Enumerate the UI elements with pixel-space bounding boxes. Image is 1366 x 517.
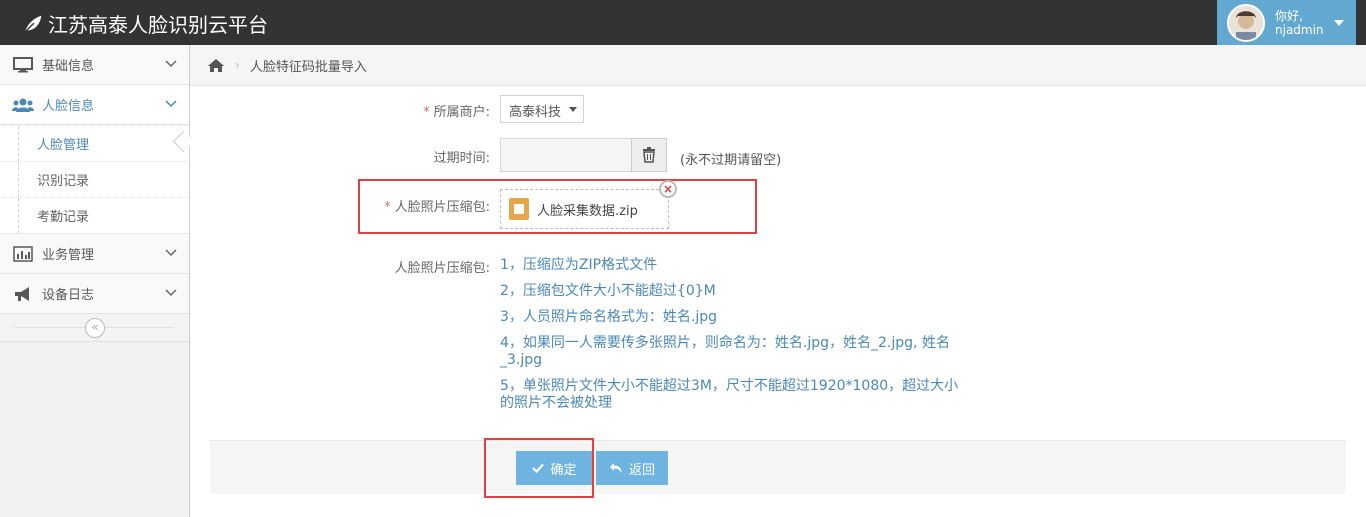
sidebar-item-label: 业务管理 [42,248,95,263]
rules-label: 人脸照片压缩包: [394,261,490,276]
rule-item: 3，人员照片命名格式为：姓名.jpg [500,309,718,325]
form-actions: 确定 返回 [210,440,1346,494]
sidebar-item-label: 基础信息 [42,59,95,74]
expire-label: 过期时间: [433,151,490,166]
sidebar-item-label: 设备日志 [42,288,95,303]
sidebar-subitem-label: 人脸管理 [37,138,90,153]
sidebar-item-basic-info[interactable]: 基础信息 [0,45,189,85]
sidebar-subitem-label: 考勤记录 [37,210,90,225]
users-icon [12,96,34,114]
merchant-label: * 所属商户: [423,105,490,120]
back-label: 返回 [628,462,655,478]
dropdown-arrow-icon [569,107,577,112]
expire-hint: (永不过期请留空) [680,153,782,168]
trash-icon[interactable] [631,138,667,172]
desktop-icon [12,56,34,74]
expire-date-input[interactable] [500,138,632,172]
sidebar-subitem-attendance-records[interactable]: 考勤记录 [0,197,189,233]
main-content: * 所属商户: 高泰科技 过期时间: (永不过期请留空) * 人脸照片压缩包: 人脸… [190,86,1366,517]
chevron-down-icon [165,100,177,108]
rule-item: 2，压缩包文件大小不能超过{0}M [500,283,716,299]
sidebar-item-device-log[interactable]: 设备日志 [0,274,189,314]
breadcrumb: › 人脸特征码批量导入 [190,45,1366,86]
brand[interactable]: 江苏高泰人脸识别云平台 [22,9,268,38]
sidebar-collapse-bar: « [0,314,189,342]
bullhorn-icon [12,285,34,303]
upload-rules: 1，压缩应为ZIP格式文件 2，压缩包文件大小不能超过{0}M 3，人员照片命名… [500,257,960,421]
sidebar-subitem-label: 识别记录 [37,174,90,189]
user-menu[interactable]: 你好, njadmin [1217,0,1356,45]
sidebar-subitem-face-manage[interactable]: 人脸管理 [0,125,189,161]
chevron-down-icon [165,60,177,68]
chevron-down-icon [165,249,177,257]
sidebar-item-label: 人脸信息 [42,99,95,114]
top-navbar: 江苏高泰人脸识别云平台 你好, njadmin [0,0,1366,45]
app-title: 江苏高泰人脸识别云平台 [48,13,268,37]
package-label: * 人脸照片压缩包: [384,200,490,215]
merchant-select-value: 高泰科技 [509,105,562,120]
breadcrumb-separator: › [235,58,240,72]
double-chevron-left-icon[interactable]: « [85,318,105,338]
back-button[interactable]: 返回 [596,451,668,485]
merchant-select[interactable]: 高泰科技 [500,95,584,123]
highlight-rect [484,438,594,498]
undo-icon [609,463,622,473]
rule-item: 5，单张照片文件大小不能超过3M，尺寸不能超过1920*1080，超过大小的照片… [500,378,959,411]
sidebar-item-business[interactable]: 业务管理 [0,234,189,274]
bar-chart-icon [12,245,34,263]
user-name: njadmin [1275,22,1324,37]
home-icon[interactable] [207,58,225,73]
sidebar-item-face-info[interactable]: 人脸信息 [0,85,189,125]
caret-down-icon [1334,20,1344,26]
sidebar: 基础信息 人脸信息 人脸管理 识别记录 考勤记录 业务管理 设备日志 « [0,45,190,517]
file-icon [509,198,529,220]
file-name: 人脸采集数据.zip [537,203,638,219]
rule-item: 1，压缩应为ZIP格式文件 [500,257,658,273]
sidebar-subitem-recognition-records[interactable]: 识别记录 [0,161,189,197]
user-greeting: 你好, [1275,8,1303,23]
uploaded-file[interactable]: 人脸采集数据.zip [500,189,669,229]
close-icon[interactable]: × [659,180,677,198]
rule-item: 4，如果同一人需要传多张照片，则命名为：姓名.jpg，姓名_2.jpg, 姓名_… [500,335,950,368]
avatar [1227,3,1265,42]
face-info-submenu: 人脸管理 识别记录 考勤记录 [0,125,189,234]
chevron-down-icon [165,289,177,297]
breadcrumb-current: 人脸特征码批量导入 [249,59,367,75]
leaf-icon [24,15,42,33]
